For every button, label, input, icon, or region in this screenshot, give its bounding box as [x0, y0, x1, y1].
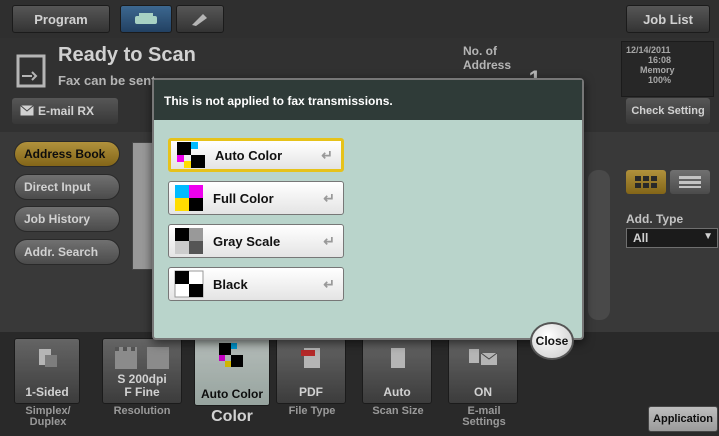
option-label: Full Color — [213, 190, 274, 206]
auto-color-icon — [177, 142, 205, 168]
gray-scale-icon — [175, 228, 203, 254]
return-arrow-icon: ↵ — [323, 275, 335, 292]
option-label: Black — [213, 276, 248, 292]
option-auto-color[interactable]: Auto Color ↵ — [168, 138, 344, 172]
color-dialog: This is not applied to fax transmissions… — [152, 78, 584, 340]
return-arrow-icon: ↵ — [323, 232, 335, 249]
option-full-color[interactable]: Full Color ↵ — [168, 181, 344, 215]
option-gray-scale[interactable]: Gray Scale ↵ — [168, 224, 344, 258]
option-label: Gray Scale — [213, 233, 281, 249]
return-arrow-icon: ↵ — [321, 146, 333, 163]
full-color-icon — [175, 185, 203, 211]
return-arrow-icon: ↵ — [323, 189, 335, 206]
dialog-message: This is not applied to fax transmissions… — [154, 80, 582, 120]
option-label: Auto Color — [215, 147, 283, 163]
close-label: Close — [535, 334, 569, 348]
option-black[interactable]: Black ↵ — [168, 267, 344, 301]
close-button[interactable]: Close — [530, 322, 574, 360]
black-icon — [174, 270, 204, 298]
